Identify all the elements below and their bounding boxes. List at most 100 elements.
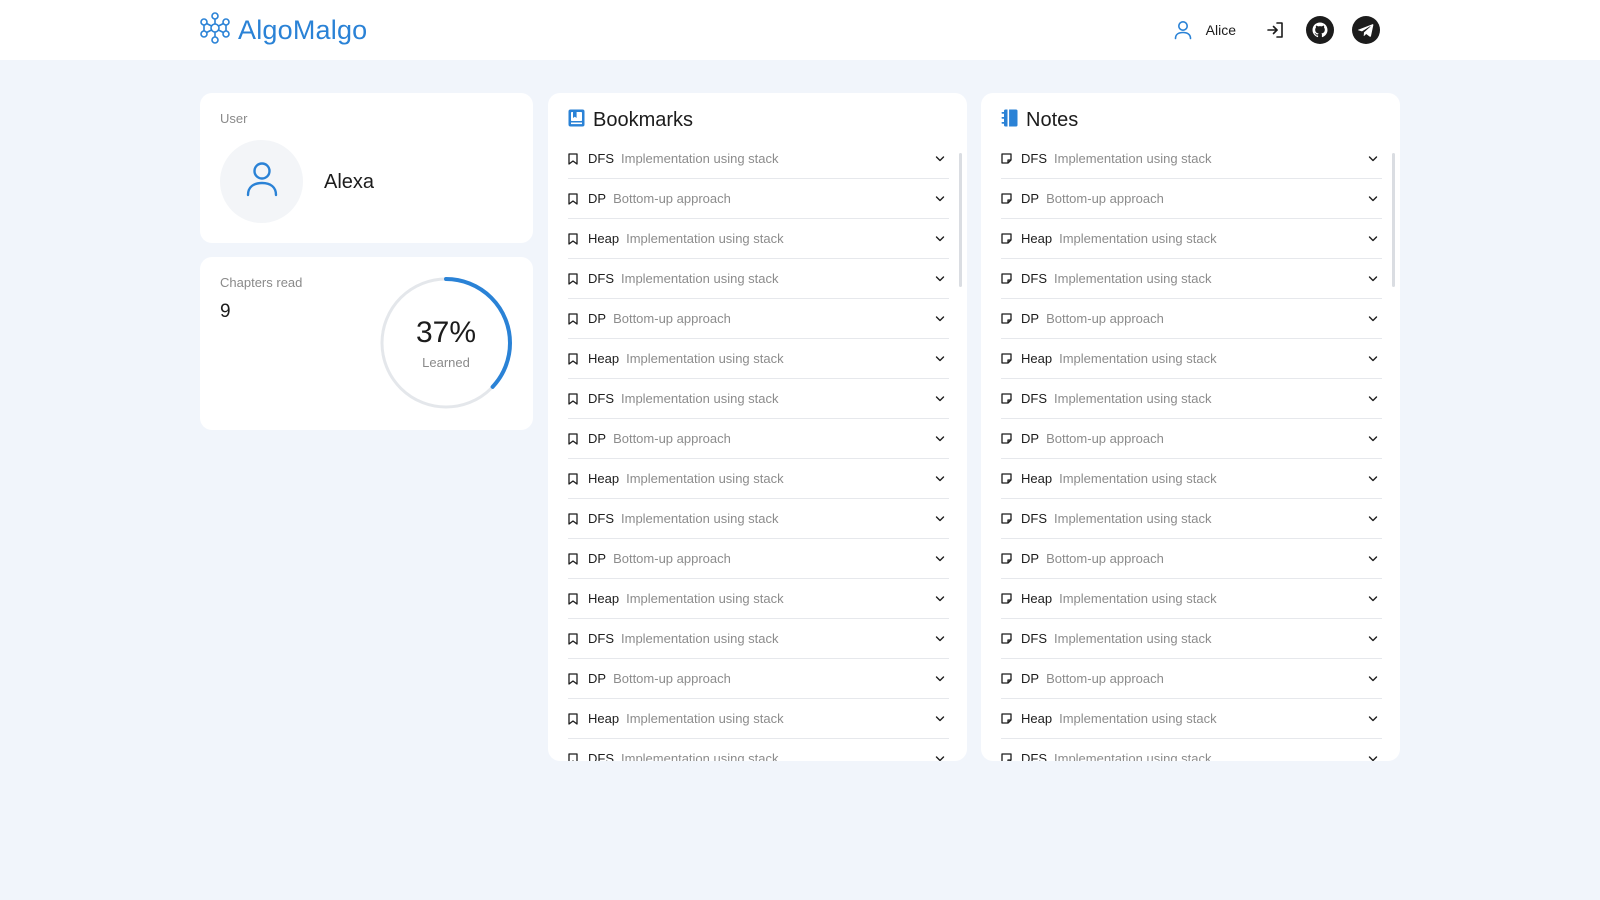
list-item[interactable]: DFS Implementation using stack	[1001, 739, 1382, 761]
notes-scrollbar[interactable]	[1392, 153, 1395, 287]
list-item[interactable]: DFS Implementation using stack	[568, 379, 949, 419]
item-description: Implementation using stack	[626, 231, 784, 246]
chevron-down-icon[interactable]	[935, 355, 945, 362]
bookmark-icon	[568, 392, 580, 405]
list-item[interactable]: Heap Implementation using stack	[568, 459, 949, 499]
chevron-down-icon[interactable]	[1368, 155, 1378, 162]
item-description: Implementation using stack	[626, 711, 784, 726]
list-item[interactable]: Heap Implementation using stack	[1001, 339, 1382, 379]
list-item[interactable]: DFS Implementation using stack	[1001, 259, 1382, 299]
item-description: Implementation using stack	[621, 151, 779, 166]
list-item[interactable]: DP Bottom-up approach	[1001, 179, 1382, 219]
login-icon[interactable]	[1266, 21, 1284, 39]
bookmark-icon	[568, 192, 580, 205]
progress-card: Chapters read 9 37% Learned	[200, 257, 533, 430]
list-item[interactable]: DFS Implementation using stack	[568, 739, 949, 761]
item-topic: DP	[1021, 671, 1040, 686]
list-item[interactable]: DP Bottom-up approach	[568, 419, 949, 459]
bookmarks-title: Bookmarks	[593, 109, 694, 131]
chevron-down-icon[interactable]	[1368, 315, 1378, 322]
item-description: Bottom-up approach	[1046, 191, 1164, 206]
telegram-icon[interactable]	[1352, 16, 1380, 44]
list-item[interactable]: DFS Implementation using stack	[1001, 379, 1382, 419]
chevron-down-icon[interactable]	[935, 435, 945, 442]
list-item[interactable]: DFS Implementation using stack	[1001, 139, 1382, 179]
list-item[interactable]: DP Bottom-up approach	[568, 539, 949, 579]
chevron-down-icon[interactable]	[1368, 355, 1378, 362]
top-header: AlgoMalgo Alice	[0, 0, 1600, 60]
chevron-down-icon[interactable]	[935, 635, 945, 642]
list-item[interactable]: DP Bottom-up approach	[568, 659, 949, 699]
item-topic: DFS	[1021, 511, 1047, 526]
item-topic: DFS	[1021, 631, 1047, 646]
item-description: Bottom-up approach	[1046, 551, 1164, 566]
chevron-down-icon[interactable]	[1368, 475, 1378, 482]
chevron-down-icon[interactable]	[935, 755, 945, 762]
list-item[interactable]: Heap Implementation using stack	[1001, 579, 1382, 619]
item-topic: DFS	[588, 151, 614, 166]
chevron-down-icon[interactable]	[1368, 235, 1378, 242]
item-description: Bottom-up approach	[1046, 431, 1164, 446]
list-item[interactable]: Heap Implementation using stack	[568, 339, 949, 379]
list-item[interactable]: DP Bottom-up approach	[1001, 539, 1382, 579]
list-item[interactable]: Heap Implementation using stack	[568, 219, 949, 259]
chevron-down-icon[interactable]	[935, 195, 945, 202]
list-item[interactable]: DFS Implementation using stack	[568, 259, 949, 299]
chevron-down-icon[interactable]	[1368, 635, 1378, 642]
bookmarks-scrollbar[interactable]	[959, 153, 962, 287]
item-topic: DP	[1021, 431, 1040, 446]
list-item[interactable]: Heap Implementation using stack	[568, 699, 949, 739]
list-item[interactable]: DP Bottom-up approach	[568, 299, 949, 339]
brand-name: AlgoMalgo	[238, 15, 368, 45]
chevron-down-icon[interactable]	[1368, 395, 1378, 402]
list-item[interactable]: Heap Implementation using stack	[1001, 459, 1382, 499]
chevron-down-icon[interactable]	[1368, 195, 1378, 202]
chevron-down-icon[interactable]	[935, 155, 945, 162]
list-item[interactable]: Heap Implementation using stack	[1001, 219, 1382, 259]
chevron-down-icon[interactable]	[935, 715, 945, 722]
note-icon	[1001, 673, 1013, 684]
chevron-down-icon[interactable]	[935, 395, 945, 402]
list-item[interactable]: DFS Implementation using stack	[1001, 619, 1382, 659]
item-topic: Heap	[1021, 231, 1053, 246]
item-description: Implementation using stack	[1054, 511, 1212, 526]
chevron-down-icon[interactable]	[1368, 715, 1378, 722]
user-menu[interactable]: Alice	[1174, 20, 1236, 40]
chevron-down-icon[interactable]	[935, 675, 945, 682]
chevron-down-icon[interactable]	[935, 475, 945, 482]
chevron-down-icon[interactable]	[935, 275, 945, 282]
list-item[interactable]: DFS Implementation using stack	[1001, 499, 1382, 539]
chevron-down-icon[interactable]	[1368, 555, 1378, 562]
chevron-down-icon[interactable]	[1368, 275, 1378, 282]
bookmark-icon	[568, 712, 580, 725]
chevron-down-icon[interactable]	[1368, 595, 1378, 602]
item-topic: DP	[588, 671, 607, 686]
chevron-down-icon[interactable]	[1368, 755, 1378, 762]
chevron-down-icon[interactable]	[1368, 435, 1378, 442]
list-item[interactable]: DP Bottom-up approach	[1001, 419, 1382, 459]
chevron-down-icon[interactable]	[935, 515, 945, 522]
list-item[interactable]: Heap Implementation using stack	[568, 579, 949, 619]
note-icon	[1001, 553, 1013, 564]
list-item[interactable]: DFS Implementation using stack	[568, 139, 949, 179]
chevron-down-icon[interactable]	[1368, 515, 1378, 522]
chevron-down-icon[interactable]	[935, 235, 945, 242]
item-description: Implementation using stack	[1054, 151, 1212, 166]
list-item[interactable]: DP Bottom-up approach	[568, 179, 949, 219]
bookmark-icon	[568, 512, 580, 525]
brand-logo[interactable]: AlgoMalgo	[198, 11, 367, 50]
list-item[interactable]: DFS Implementation using stack	[568, 499, 949, 539]
list-item[interactable]: DFS Implementation using stack	[568, 619, 949, 659]
bookmark-icon	[568, 272, 580, 285]
chevron-down-icon[interactable]	[1368, 675, 1378, 682]
user-card-label: User	[220, 111, 248, 126]
item-description: Implementation using stack	[1054, 391, 1212, 406]
chevron-down-icon[interactable]	[935, 555, 945, 562]
github-icon[interactable]	[1306, 16, 1334, 44]
item-description: Bottom-up approach	[613, 191, 731, 206]
list-item[interactable]: DP Bottom-up approach	[1001, 659, 1382, 699]
chevron-down-icon[interactable]	[935, 595, 945, 602]
chevron-down-icon[interactable]	[935, 315, 945, 322]
list-item[interactable]: Heap Implementation using stack	[1001, 699, 1382, 739]
list-item[interactable]: DP Bottom-up approach	[1001, 299, 1382, 339]
